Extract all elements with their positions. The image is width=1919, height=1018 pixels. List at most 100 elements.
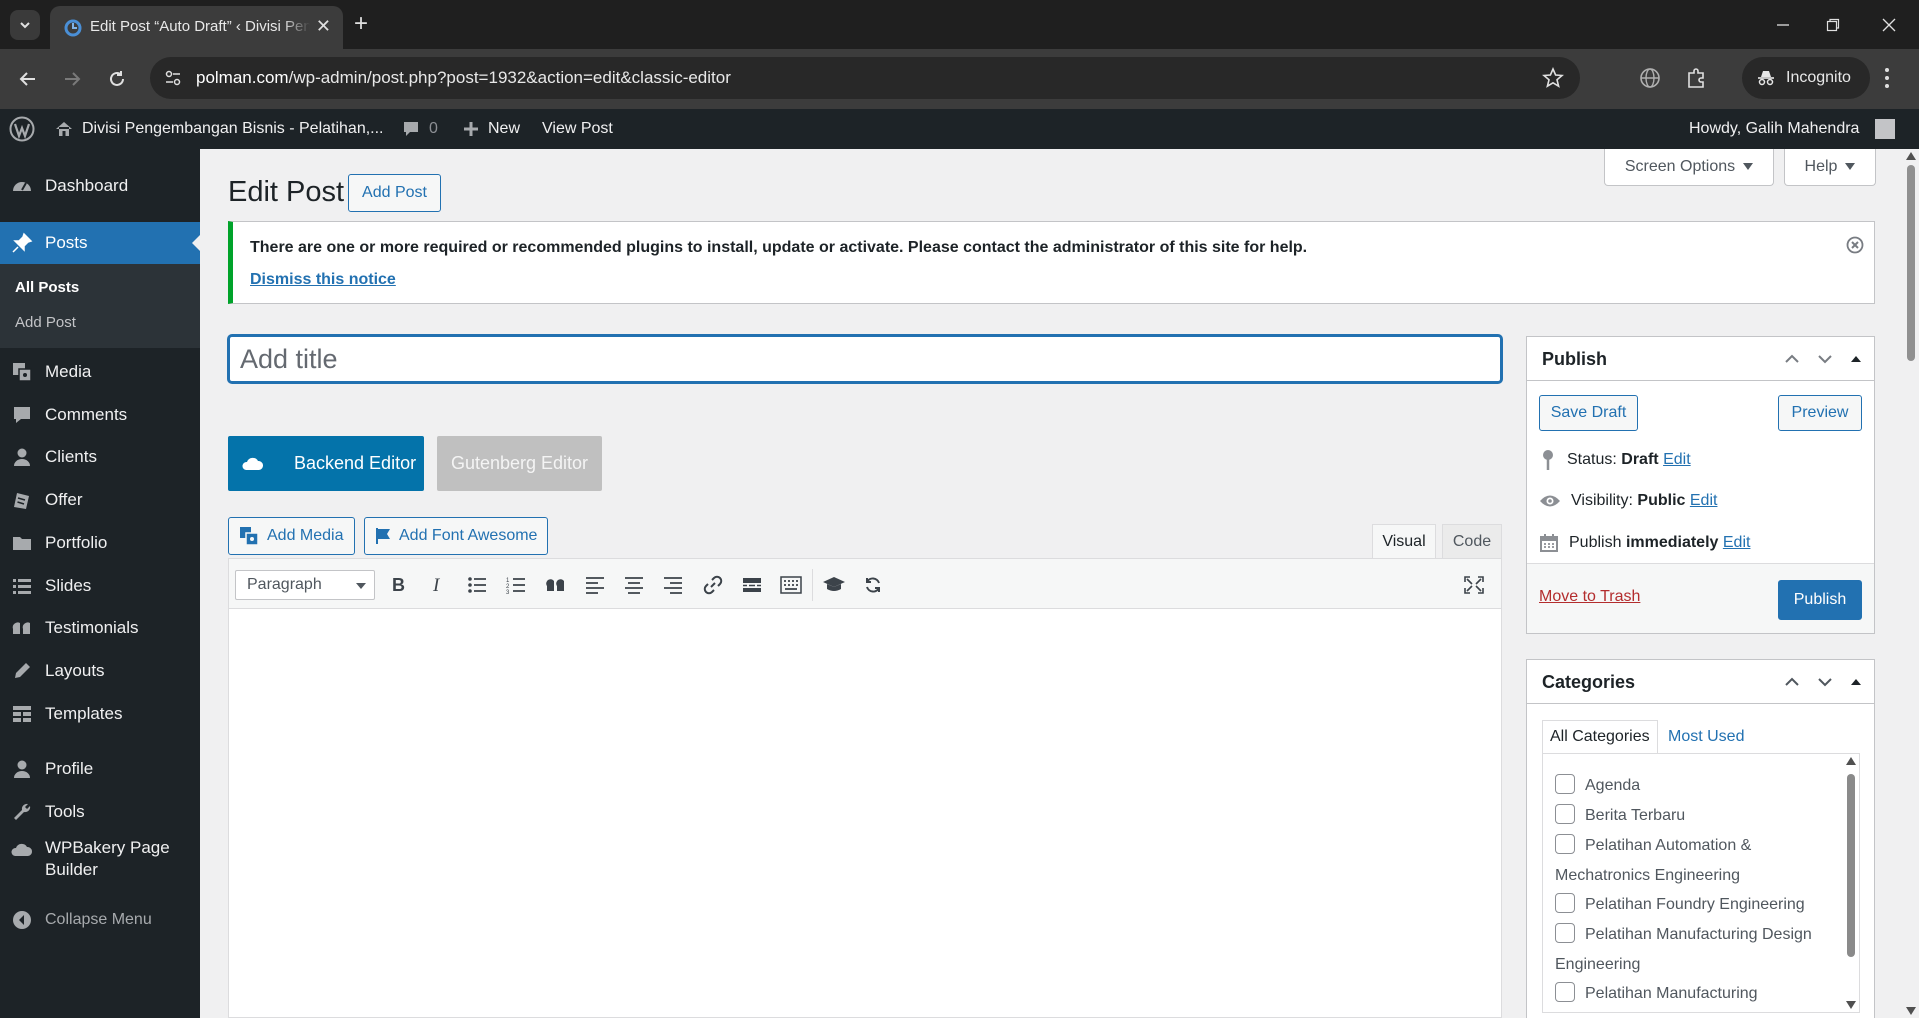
add-media-button[interactable]: Add Media (228, 517, 355, 555)
add-font-awesome-button[interactable]: Add Font Awesome (364, 517, 549, 555)
toolbar-toggle-icon[interactable] (776, 570, 806, 600)
dismiss-notice-link[interactable]: Dismiss this notice (250, 271, 396, 289)
align-left-icon[interactable] (580, 570, 610, 600)
italic-icon[interactable]: I (422, 570, 452, 600)
blockquote-icon[interactable] (541, 570, 571, 600)
sidebar-item-offer[interactable]: Offer (0, 482, 200, 518)
sidebar-item-testimonials[interactable]: Testimonials (0, 610, 200, 646)
new-content-link[interactable]: New (462, 109, 520, 149)
sidebar-item-posts[interactable]: Posts (0, 222, 200, 264)
publish-button[interactable]: Publish (1778, 580, 1862, 620)
category-scrollbar[interactable] (1845, 756, 1857, 1010)
edit-publish-time-link[interactable]: Edit (1723, 534, 1751, 551)
list-item[interactable]: Pelatihan Automation & Mechatronics Engin… (1555, 831, 1845, 891)
category-checkbox[interactable] (1555, 982, 1575, 1002)
numbered-list-icon[interactable]: 123 (501, 570, 531, 600)
edit-visibility-link[interactable]: Edit (1690, 492, 1718, 509)
tab-all-categories[interactable]: All Categories (1542, 720, 1658, 754)
sidebar-item-templates[interactable]: Templates (0, 696, 200, 732)
translate-globe-icon[interactable] (1639, 67, 1661, 89)
close-tab-icon[interactable]: ✕ (316, 17, 331, 35)
preview-button[interactable]: Preview (1778, 395, 1862, 431)
category-checkbox[interactable] (1555, 834, 1575, 854)
extensions-puzzle-icon[interactable] (1685, 67, 1707, 89)
tab-code[interactable]: Code (1442, 524, 1502, 559)
category-checkbox[interactable] (1555, 804, 1575, 824)
forward-icon[interactable] (56, 63, 88, 95)
list-item[interactable]: Pelatihan Manufacturing (1555, 979, 1845, 1009)
sidebar-item-slides[interactable]: Slides (0, 568, 200, 604)
minimize-icon[interactable] (1763, 10, 1803, 40)
sidebar-item-wpbakery[interactable]: WPBakery Page Builder (0, 837, 200, 885)
fullscreen-icon[interactable] (1459, 570, 1489, 600)
help-button[interactable]: Help (1784, 149, 1876, 186)
view-post-link[interactable]: View Post (542, 109, 613, 149)
tab-most-used[interactable]: Most Used (1661, 720, 1751, 754)
new-tab-icon[interactable]: + (354, 12, 368, 36)
dismiss-circle-icon[interactable] (1846, 236, 1864, 254)
category-checkbox[interactable] (1555, 774, 1575, 794)
move-to-trash-link[interactable]: Move to Trash (1539, 588, 1640, 606)
url-text[interactable]: polman.com/wp-admin/post.php?post=1932&a… (196, 68, 731, 88)
reload-icon[interactable] (101, 63, 133, 95)
wp-logo-icon[interactable] (9, 109, 35, 149)
sync-icon[interactable] (858, 570, 888, 600)
submenu-all-posts[interactable]: All Posts (15, 279, 79, 296)
collapse-triangle-icon[interactable] (1849, 350, 1863, 368)
edit-status-link[interactable]: Edit (1663, 451, 1691, 468)
bold-icon[interactable]: B (383, 570, 413, 600)
page-scrollbar[interactable] (1903, 149, 1919, 1018)
graduation-cap-icon[interactable] (819, 570, 849, 600)
post-title-input[interactable] (228, 335, 1502, 383)
list-item[interactable]: Agenda (1555, 771, 1845, 801)
chevron-down-icon[interactable] (1816, 673, 1834, 691)
chevron-down-icon[interactable] (1816, 350, 1834, 368)
backend-editor-button[interactable]: Backend Editor (228, 436, 424, 491)
screen-options-button[interactable]: Screen Options (1604, 149, 1774, 186)
bookmark-star-icon[interactable] (1542, 67, 1564, 89)
site-name-link[interactable]: Divisi Pengembangan Bisnis - Pelatihan,.… (54, 109, 384, 149)
sidebar-item-media[interactable]: Media (0, 354, 200, 390)
sidebar-item-dashboard[interactable]: Dashboard (0, 168, 200, 204)
site-info-icon[interactable] (164, 69, 182, 87)
address-bar[interactable]: polman.com/wp-admin/post.php?post=1932&a… (150, 57, 1580, 99)
align-center-icon[interactable] (619, 570, 649, 600)
align-right-icon[interactable] (658, 570, 688, 600)
browser-tab-active[interactable]: Edit Post “Auto Draft” ‹ Divisi Pengemba… (50, 6, 343, 49)
list-item[interactable]: Berita Terbaru (1555, 801, 1845, 831)
list-item[interactable]: Pelatihan Manufacturing Design Engineerin… (1555, 920, 1845, 980)
collapse-triangle-icon[interactable] (1849, 673, 1863, 691)
sidebar-item-portfolio[interactable]: Portfolio (0, 525, 200, 561)
my-account-link[interactable]: Howdy, Galih Mahendra (1689, 109, 1896, 149)
save-draft-button[interactable]: Save Draft (1539, 395, 1638, 431)
bullet-list-icon[interactable] (462, 570, 492, 600)
user-icon (10, 445, 34, 469)
category-checkbox[interactable] (1555, 923, 1575, 943)
collapse-menu-button[interactable]: Collapse Menu (0, 902, 200, 938)
back-icon[interactable] (12, 63, 44, 95)
sidebar-item-layouts[interactable]: Layouts (0, 653, 200, 689)
categories-box: Categories All Categories Most Used Agen… (1526, 659, 1875, 1018)
browser-menu-icon[interactable] (1884, 66, 1890, 90)
read-more-icon[interactable] (737, 570, 767, 600)
tab-visual[interactable]: Visual (1372, 524, 1436, 559)
sidebar-item-clients[interactable]: Clients (0, 439, 200, 475)
add-post-button[interactable]: Add Post (348, 174, 441, 212)
submenu-add-post[interactable]: Add Post (15, 314, 76, 331)
category-checkbox[interactable] (1555, 893, 1575, 913)
sidebar-item-comments[interactable]: Comments (0, 397, 200, 433)
list-item[interactable]: Pelatihan Foundry Engineering (1555, 890, 1845, 920)
sidebar-item-profile[interactable]: Profile (0, 751, 200, 787)
chevron-up-icon[interactable] (1783, 350, 1801, 368)
restore-icon[interactable] (1813, 10, 1853, 40)
incognito-badge[interactable]: Incognito (1742, 57, 1870, 99)
gutenberg-editor-button[interactable]: Gutenberg Editor (437, 436, 602, 491)
format-select[interactable]: Paragraph (235, 570, 375, 600)
chevron-up-icon[interactable] (1783, 673, 1801, 691)
close-window-icon[interactable] (1869, 10, 1909, 40)
content-editor[interactable]: Paragraph B I 123 (228, 558, 1502, 1018)
sidebar-item-tools[interactable]: Tools (0, 794, 200, 830)
comments-link[interactable]: 0 (401, 109, 438, 149)
tab-search-button[interactable] (10, 10, 40, 40)
link-icon[interactable] (698, 570, 728, 600)
